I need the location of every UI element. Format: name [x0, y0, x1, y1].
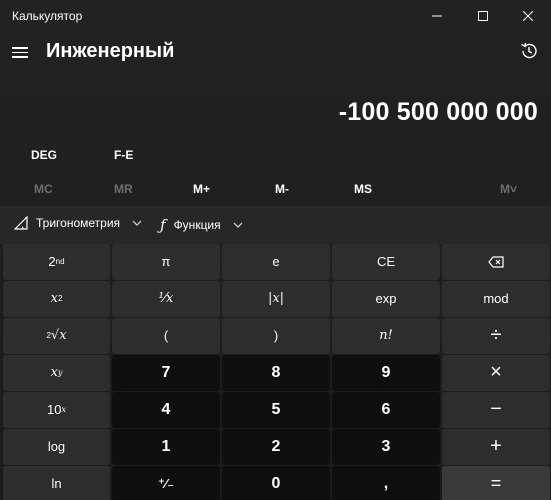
digit-8-button[interactable]: 8: [222, 355, 330, 391]
ten-power-button[interactable]: 10 x: [3, 392, 110, 428]
function-dropdown[interactable]: ƒ Функция: [160, 216, 243, 234]
minimize-button[interactable]: [414, 0, 460, 32]
second-label: 2: [48, 254, 56, 270]
ten-power-label: 10: [47, 402, 62, 418]
equals-button[interactable]: =: [442, 466, 550, 500]
factorial-button[interactable]: n!: [332, 318, 440, 354]
digit-4-button[interactable]: 4: [112, 392, 220, 428]
digit-5-button[interactable]: 5: [222, 392, 330, 428]
memory-add-button[interactable]: M+: [193, 182, 210, 196]
mode-title: Инженерный: [46, 40, 175, 62]
memory-clear-button[interactable]: MC: [34, 182, 53, 196]
ln-button[interactable]: ln: [3, 466, 110, 500]
decimal-separator-button[interactable]: ,: [332, 466, 440, 500]
open-paren-button[interactable]: (: [112, 318, 220, 354]
result-display: -100 500 000 000: [338, 98, 538, 126]
mod-button[interactable]: mod: [442, 281, 550, 317]
history-icon: [521, 42, 537, 59]
backspace-button[interactable]: [442, 244, 550, 280]
plus-button[interactable]: +: [442, 429, 550, 465]
backspace-icon: [488, 256, 504, 268]
memory-recall-button[interactable]: MR: [114, 182, 133, 196]
pi-button[interactable]: π: [112, 244, 220, 280]
close-paren-button[interactable]: ): [222, 318, 330, 354]
chevron-down-icon: [233, 220, 243, 231]
trigonometry-dropdown[interactable]: Тригонометрия: [14, 216, 142, 230]
calculator-window: Калькулятор Инженерный -100 500 000 000 …: [0, 0, 551, 500]
angle-mode-button[interactable]: DEG: [31, 148, 57, 162]
reciprocal-label: ⅟x: [158, 291, 174, 307]
digit-6-button[interactable]: 6: [332, 392, 440, 428]
triangle-icon: [14, 216, 28, 230]
square-button[interactable]: x2: [3, 281, 110, 317]
digit-7-button[interactable]: 7: [112, 355, 220, 391]
hamburger-icon-line: [12, 56, 28, 58]
e-button[interactable]: e: [222, 244, 330, 280]
digit-3-button[interactable]: 3: [332, 429, 440, 465]
absolute-value-button[interactable]: |x|: [222, 281, 330, 317]
hamburger-icon: [12, 47, 28, 49]
app-title: Калькулятор: [12, 9, 83, 23]
digit-1-button[interactable]: 1: [112, 429, 220, 465]
square-root-button[interactable]: 2 √x: [3, 318, 110, 354]
log-button[interactable]: log: [3, 429, 110, 465]
memory-list-button[interactable]: M˅: [500, 182, 517, 196]
minus-button[interactable]: −: [442, 392, 550, 428]
title-bar: Калькулятор: [0, 0, 551, 32]
negate-button[interactable]: ⁺∕₋: [112, 466, 220, 500]
trigonometry-label: Тригонометрия: [36, 216, 121, 230]
fe-button[interactable]: F-E: [114, 148, 133, 162]
sqrt-label: √x: [50, 328, 67, 344]
abs-label: |x|: [267, 291, 285, 307]
power-button[interactable]: xy: [3, 355, 110, 391]
exp-button[interactable]: exp: [332, 281, 440, 317]
digit-2-button[interactable]: 2: [222, 429, 330, 465]
close-icon: [523, 11, 533, 21]
second-function-button[interactable]: 2nd: [3, 244, 110, 280]
function-bar: Тригонометрия ƒ Функция: [0, 206, 551, 244]
square-label: x: [50, 291, 58, 307]
minimize-icon: [432, 15, 442, 17]
maximize-button[interactable]: [460, 0, 506, 32]
maximize-icon: [478, 11, 488, 21]
factorial-label: n!: [379, 328, 393, 344]
reciprocal-button[interactable]: ⅟x: [112, 281, 220, 317]
hamburger-icon-line: [12, 51, 28, 54]
clear-entry-button[interactable]: CE: [332, 244, 440, 280]
digit-9-button[interactable]: 9: [332, 355, 440, 391]
divide-button[interactable]: ÷: [442, 318, 550, 354]
power-label: x: [50, 365, 58, 381]
chevron-down-icon: [132, 218, 142, 229]
function-f-icon: ƒ: [160, 216, 166, 234]
memory-row: MC MR M+ M- MS M˅: [0, 182, 551, 198]
close-button[interactable]: [505, 0, 551, 32]
navigation-menu-button[interactable]: [10, 44, 30, 60]
function-label: Функция: [173, 218, 221, 232]
multiply-button[interactable]: ×: [442, 355, 550, 391]
history-button[interactable]: [519, 41, 543, 65]
digit-0-button[interactable]: 0: [222, 466, 330, 500]
memory-subtract-button[interactable]: M-: [275, 182, 289, 196]
memory-store-button[interactable]: MS: [354, 182, 372, 196]
keypad: 2nd π e CE x2 ⅟x |x| exp mod 2 √x ( ) n! …: [3, 244, 550, 500]
